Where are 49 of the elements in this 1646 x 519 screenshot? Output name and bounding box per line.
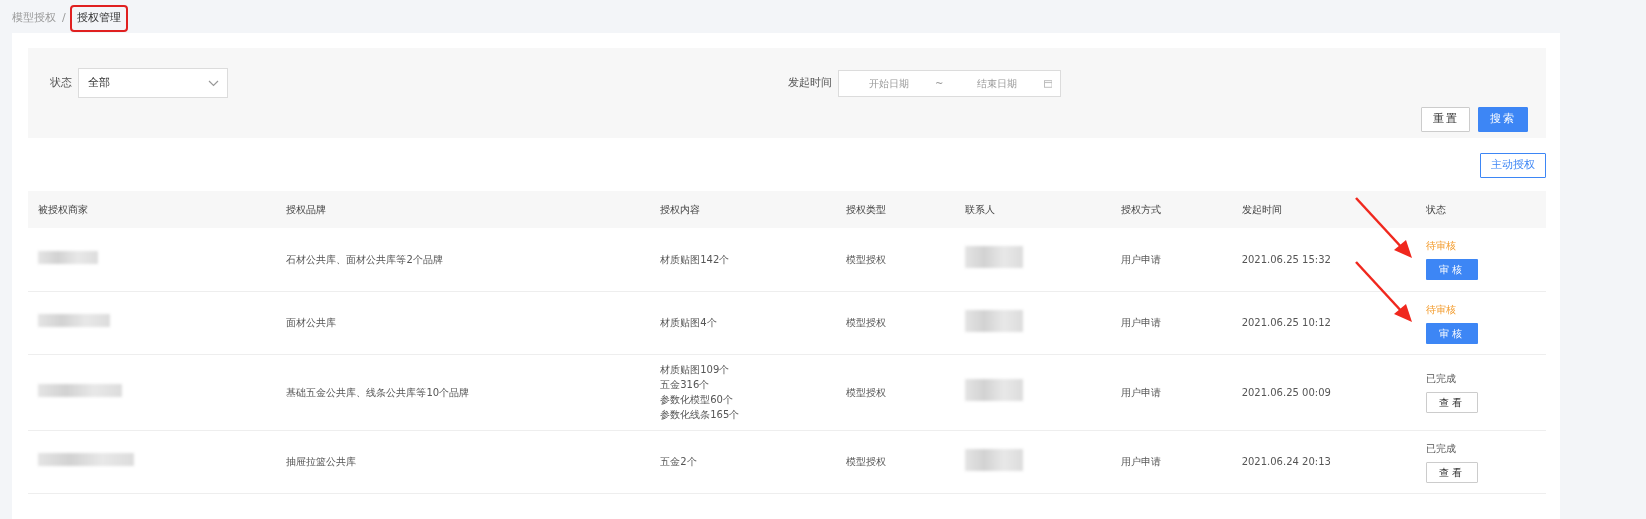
table-cell: 面材公共库	[276, 291, 651, 354]
table-cell-text: 参数化模型60个	[660, 393, 734, 407]
table-cell: 模型授权	[835, 291, 956, 354]
status-text: 待审核	[1426, 239, 1458, 254]
status-text: 已完成	[1426, 372, 1458, 386]
table-cell-text: 五金316个	[660, 378, 711, 392]
review-button[interactable]: 审核	[1426, 322, 1479, 344]
review-button[interactable]: 审核	[1426, 259, 1479, 281]
status-dropdown[interactable]: 全部	[78, 68, 228, 98]
column-header: 授权内容	[650, 191, 836, 228]
breadcrumb-separator: /	[62, 10, 66, 27]
table-cell: 用户申请	[1111, 291, 1232, 354]
table-cell-text: 五金2个	[660, 455, 698, 469]
view-button[interactable]: 查看	[1426, 461, 1479, 483]
reset-button[interactable]: 重置	[1421, 107, 1470, 132]
chevron-down-icon	[208, 79, 219, 87]
date-range-field[interactable]: 开始日期 ~ 结束日期	[838, 69, 1061, 97]
table-cell-text: 材质贴图142个	[660, 252, 731, 267]
status-text: 已完成	[1426, 441, 1458, 456]
column-header: 授权类型	[835, 191, 956, 228]
filter-label: 状态	[50, 74, 73, 91]
table-cell: 模型授权	[835, 228, 956, 291]
column-header: 联系人	[955, 191, 1111, 228]
table-cell-text: 材质贴图4个	[660, 316, 718, 330]
table-cell-text: 材质贴图109个	[660, 363, 731, 377]
table-cell: 用户申请	[1111, 228, 1232, 291]
table-cell: 模型授权	[835, 354, 956, 430]
table-cell: 基础五金公共库、线条公共库等10个品牌	[276, 354, 651, 430]
grant-button[interactable]: 主动授权	[1480, 153, 1546, 178]
table-cell: 抽屉拉篮公共库	[276, 430, 651, 493]
table-cell: 2021.06.24 20:13	[1231, 430, 1417, 493]
breadcrumb-link[interactable]: 模型授权	[12, 10, 56, 27]
table-cell: 2021.06.25 00:09	[1231, 354, 1417, 430]
table-cell: 用户申请	[1111, 430, 1232, 493]
table-cell: 用户申请	[1111, 354, 1232, 430]
table-cell-text: 参数化线条165个	[660, 408, 741, 422]
status-text: 待审核	[1426, 302, 1458, 317]
search-button[interactable]: 搜索	[1478, 107, 1528, 132]
column-header: 被授权商家	[28, 191, 277, 228]
filter-label: 发起时间	[788, 74, 833, 91]
view-button[interactable]: 查看	[1426, 392, 1479, 413]
table-cell: 石材公共库、面材公共库等2个品牌	[276, 228, 651, 291]
breadcrumb-current: 授权管理	[71, 7, 126, 30]
column-header: 状态	[1416, 191, 1546, 228]
column-header: 授权品牌	[276, 191, 651, 228]
column-header: 发起时间	[1231, 191, 1417, 228]
column-header: 授权方式	[1111, 191, 1232, 228]
calendar-icon	[1043, 78, 1052, 88]
table-cell: 模型授权	[835, 430, 956, 493]
